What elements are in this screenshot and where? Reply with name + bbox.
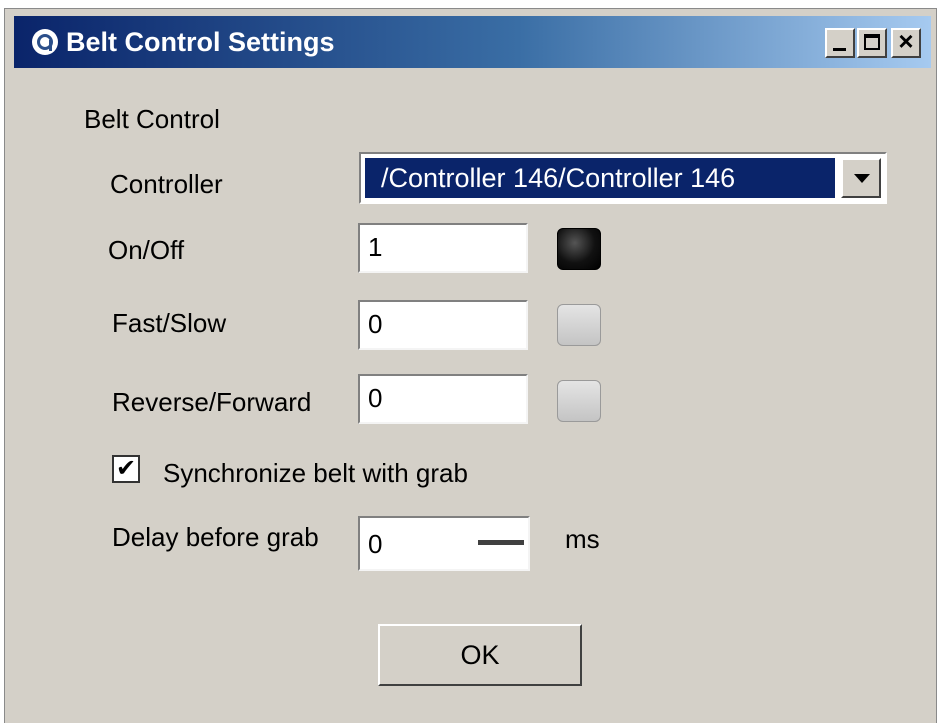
maximize-button[interactable] <box>857 28 887 58</box>
reverse-forward-input[interactable]: 0 <box>358 374 528 424</box>
on-off-indicator <box>557 228 601 270</box>
reverse-forward-indicator <box>557 380 601 422</box>
on-off-label: On/Off <box>108 235 185 265</box>
fast-slow-input[interactable]: 0 <box>358 300 528 350</box>
reverse-forward-label: Reverse/Forward <box>112 387 312 417</box>
controller-selected-value: /Controller 146/Controller 146 <box>365 158 835 198</box>
section-title: Belt Control <box>84 104 220 134</box>
close-icon: × <box>898 26 914 56</box>
on-off-input[interactable]: 1 <box>358 223 528 273</box>
app-icon <box>32 29 58 55</box>
maximize-icon <box>864 34 880 50</box>
title-bar[interactable]: Belt Control Settings × <box>14 16 931 68</box>
close-button[interactable]: × <box>891 26 921 58</box>
delay-unit: ms <box>565 524 600 554</box>
spin-slider-icon[interactable] <box>478 540 524 545</box>
synchronize-checkbox[interactable]: ✔ <box>112 455 140 483</box>
fast-slow-label: Fast/Slow <box>112 308 227 338</box>
ok-button[interactable]: OK <box>378 624 582 686</box>
chevron-down-icon <box>854 174 870 183</box>
minimize-icon <box>833 48 846 51</box>
delay-label: Delay before grab <box>112 522 319 552</box>
minimize-button[interactable] <box>825 28 855 58</box>
synchronize-label[interactable]: Synchronize belt with grab <box>163 457 468 489</box>
controller-dropdown-button[interactable] <box>841 158 881 198</box>
delay-value: 0 <box>368 529 383 559</box>
delay-input[interactable]: 0 <box>358 516 530 571</box>
controller-label: Controller <box>110 169 223 199</box>
fast-slow-indicator <box>557 304 601 346</box>
window-title: Belt Control Settings <box>66 27 335 57</box>
controller-select[interactable]: /Controller 146/Controller 146 <box>359 152 887 204</box>
